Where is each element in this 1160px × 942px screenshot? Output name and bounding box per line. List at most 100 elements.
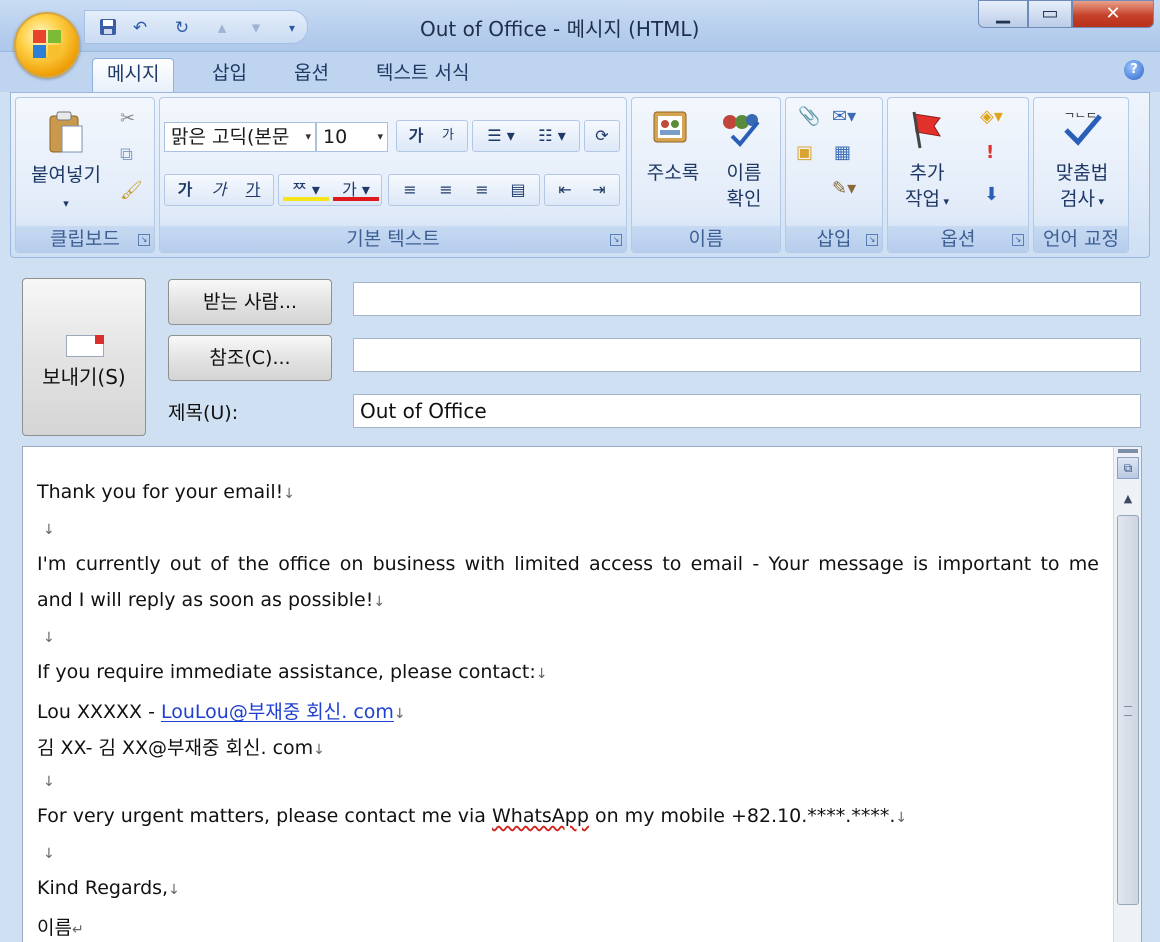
scroll-thumb[interactable] (1117, 515, 1139, 905)
clipboard-label: 클립보드 (50, 228, 120, 250)
basic-text-label: 기본 텍스트 (346, 228, 440, 250)
cut-icon[interactable]: ✂ (120, 108, 135, 129)
bullets-icon[interactable]: ☰ ▾ (477, 121, 525, 151)
signature-icon[interactable]: ✎▾ (832, 178, 856, 199)
to-field[interactable] (353, 282, 1141, 316)
align-buttons: ≡ ≡ ≡ ▤ (388, 174, 540, 206)
tab-message[interactable]: 메시지 (92, 58, 175, 92)
font-size-combo[interactable]: 10 ▾ (316, 122, 388, 152)
cc-button[interactable]: 참조(C)... (168, 335, 332, 381)
business-card-icon[interactable]: ▣ (796, 142, 813, 163)
paragraph-mark: ↓ (43, 774, 55, 790)
vertical-scrollbar[interactable]: ⧉ ▲ (1113, 447, 1141, 942)
body-line: ↓ (37, 841, 55, 863)
attach-item-icon[interactable]: ✉▾ (832, 106, 856, 127)
close-icon: ✕ (1105, 3, 1121, 24)
categorize-icon[interactable]: ◈▾ (980, 106, 1003, 127)
split-handle[interactable] (1118, 449, 1138, 453)
address-book-button[interactable]: 주소록 (638, 160, 708, 186)
send-envelope-icon (66, 335, 104, 357)
basic-text-launcher-icon[interactable]: ↘ (610, 234, 622, 246)
check-names-button[interactable]: 이름 확인 (712, 160, 776, 212)
group-names: 주소록 이름 확인 이름 (631, 97, 781, 253)
group-insert: 📎 ✉▾ ▣ ▦ ✎▾ 삽입 ↘ (785, 97, 883, 253)
calendar-icon[interactable]: ▦ (834, 142, 851, 163)
copy-icon[interactable]: ⧉ (120, 144, 133, 165)
subject-field[interactable]: Out of Office (353, 394, 1141, 428)
group-label-options: 옵션 (888, 226, 1028, 252)
tab-insert[interactable]: 삽입 (198, 58, 261, 92)
format-painter-icon[interactable]: 🖌 (120, 180, 143, 201)
clipboard-launcher-icon[interactable]: ↘ (138, 234, 150, 246)
next-item-icon[interactable]: ▾ (245, 17, 267, 39)
send-button[interactable]: 보내기(S) (22, 278, 146, 436)
styles-button[interactable]: ⟳ (584, 120, 620, 152)
font-color-button[interactable]: 가 ▾ (333, 175, 379, 201)
paragraph-mark: ↓ (43, 846, 55, 862)
increase-indent-icon[interactable]: ⇥ (583, 175, 615, 205)
highlight-button[interactable]: ᄍ ▾ (283, 175, 329, 201)
body-line: 이름↵ (37, 913, 84, 940)
shrink-font-button[interactable]: 가 (433, 121, 463, 151)
group-proofing: ᄀᄂᄃ 맞춤법 검사 ▾ 언어 교정 (1033, 97, 1129, 253)
align-center-icon[interactable]: ≡ (429, 175, 463, 205)
align-right-icon[interactable]: ≡ (465, 175, 499, 205)
undo-icon[interactable]: ↶ (129, 17, 151, 39)
font-size-arrow-icon: ▾ (377, 130, 383, 143)
maximize-button[interactable]: ▭ (1028, 0, 1072, 28)
ruler-toggle-icon[interactable]: ⧉ (1117, 457, 1139, 479)
align-left-icon[interactable]: ≡ (393, 175, 427, 205)
ribbon-tabs: 메시지 삽입 옵션 텍스트 서식 (0, 52, 1160, 92)
scroll-up-icon[interactable]: ▲ (1117, 489, 1139, 509)
follow-up-flag-icon (906, 108, 946, 154)
message-body[interactable]: Thank you for your email!↓ ↓ I'm current… (22, 446, 1142, 942)
body-line: I'm currently out of the office on busin… (37, 553, 1099, 575)
numbering-icon[interactable]: ☷ ▾ (527, 121, 577, 151)
decrease-indent-icon[interactable]: ⇤ (549, 175, 581, 205)
redo-icon[interactable]: ↻ (171, 17, 193, 39)
body-line: and I will reply as soon as possible!↓ (37, 589, 385, 611)
minimize-button[interactable]: ▁ (978, 0, 1028, 28)
low-importance-icon[interactable]: ⬇ (984, 184, 999, 205)
spelling-label-1: 맞춤법 (1055, 162, 1109, 184)
check-names-label-1: 이름 (726, 162, 762, 184)
paste-arrow-icon: ▾ (63, 197, 69, 210)
paste-button[interactable]: 붙여넣기 ▾ (22, 162, 110, 217)
insert-launcher-icon[interactable]: ↘ (866, 234, 878, 246)
office-button[interactable] (14, 12, 80, 78)
line-end-mark: ↵ (71, 922, 84, 938)
customize-qat-icon[interactable]: ▾ (281, 17, 303, 39)
underline-button[interactable]: 가 (237, 175, 269, 205)
tab-options[interactable]: 옵션 (280, 58, 343, 92)
font-name-arrow-icon: ▾ (305, 130, 311, 143)
body-text-assistance: If you require immediate assistance, ple… (37, 661, 536, 683)
contact-email-link[interactable]: LouLou@부재중 회신. com (161, 701, 394, 723)
indent-buttons: ⇤ ⇥ (544, 174, 620, 206)
spelling-button[interactable]: 맞춤법 검사 ▾ (1040, 160, 1124, 215)
paragraph-mark: ↓ (373, 594, 386, 610)
to-button[interactable]: 받는 사람... (168, 279, 332, 325)
tab-format-text[interactable]: 텍스트 서식 (362, 58, 483, 92)
check-names-icon (718, 108, 762, 152)
save-icon[interactable] (97, 17, 119, 39)
justify-icon[interactable]: ▤ (501, 175, 535, 205)
body-line: Thank you for your email!↓ (37, 481, 295, 503)
previous-item-icon[interactable]: ▴ (211, 17, 233, 39)
font-name-combo[interactable]: 맑은 고딕(본문 ▾ (164, 122, 316, 152)
paste-icon (46, 110, 86, 160)
bold-button[interactable]: 가 (169, 175, 201, 205)
grow-font-button[interactable]: 가 (401, 121, 431, 151)
group-label-clipboard: 클립보드 (16, 226, 154, 252)
italic-button[interactable]: 가 (203, 175, 235, 205)
paragraph-mark: ↓ (283, 486, 296, 502)
font-color-icon: 가 (342, 180, 357, 199)
help-icon[interactable]: ? (1124, 60, 1144, 80)
follow-up-button[interactable]: 추가 작업 ▾ (892, 160, 962, 215)
high-importance-icon[interactable]: ! (986, 142, 994, 163)
body-text-greeting: Thank you for your email! (37, 481, 284, 503)
close-button[interactable]: ✕ (1072, 0, 1154, 28)
attach-file-icon[interactable]: 📎 (798, 106, 820, 127)
ribbon: 붙여넣기 ▾ ✂ ⧉ 🖌 클립보드 ↘ 맑은 고딕(본문 ▾ 10 ▾ 가 가 … (10, 92, 1150, 258)
options-launcher-icon[interactable]: ↘ (1012, 234, 1024, 246)
cc-field[interactable] (353, 338, 1141, 372)
